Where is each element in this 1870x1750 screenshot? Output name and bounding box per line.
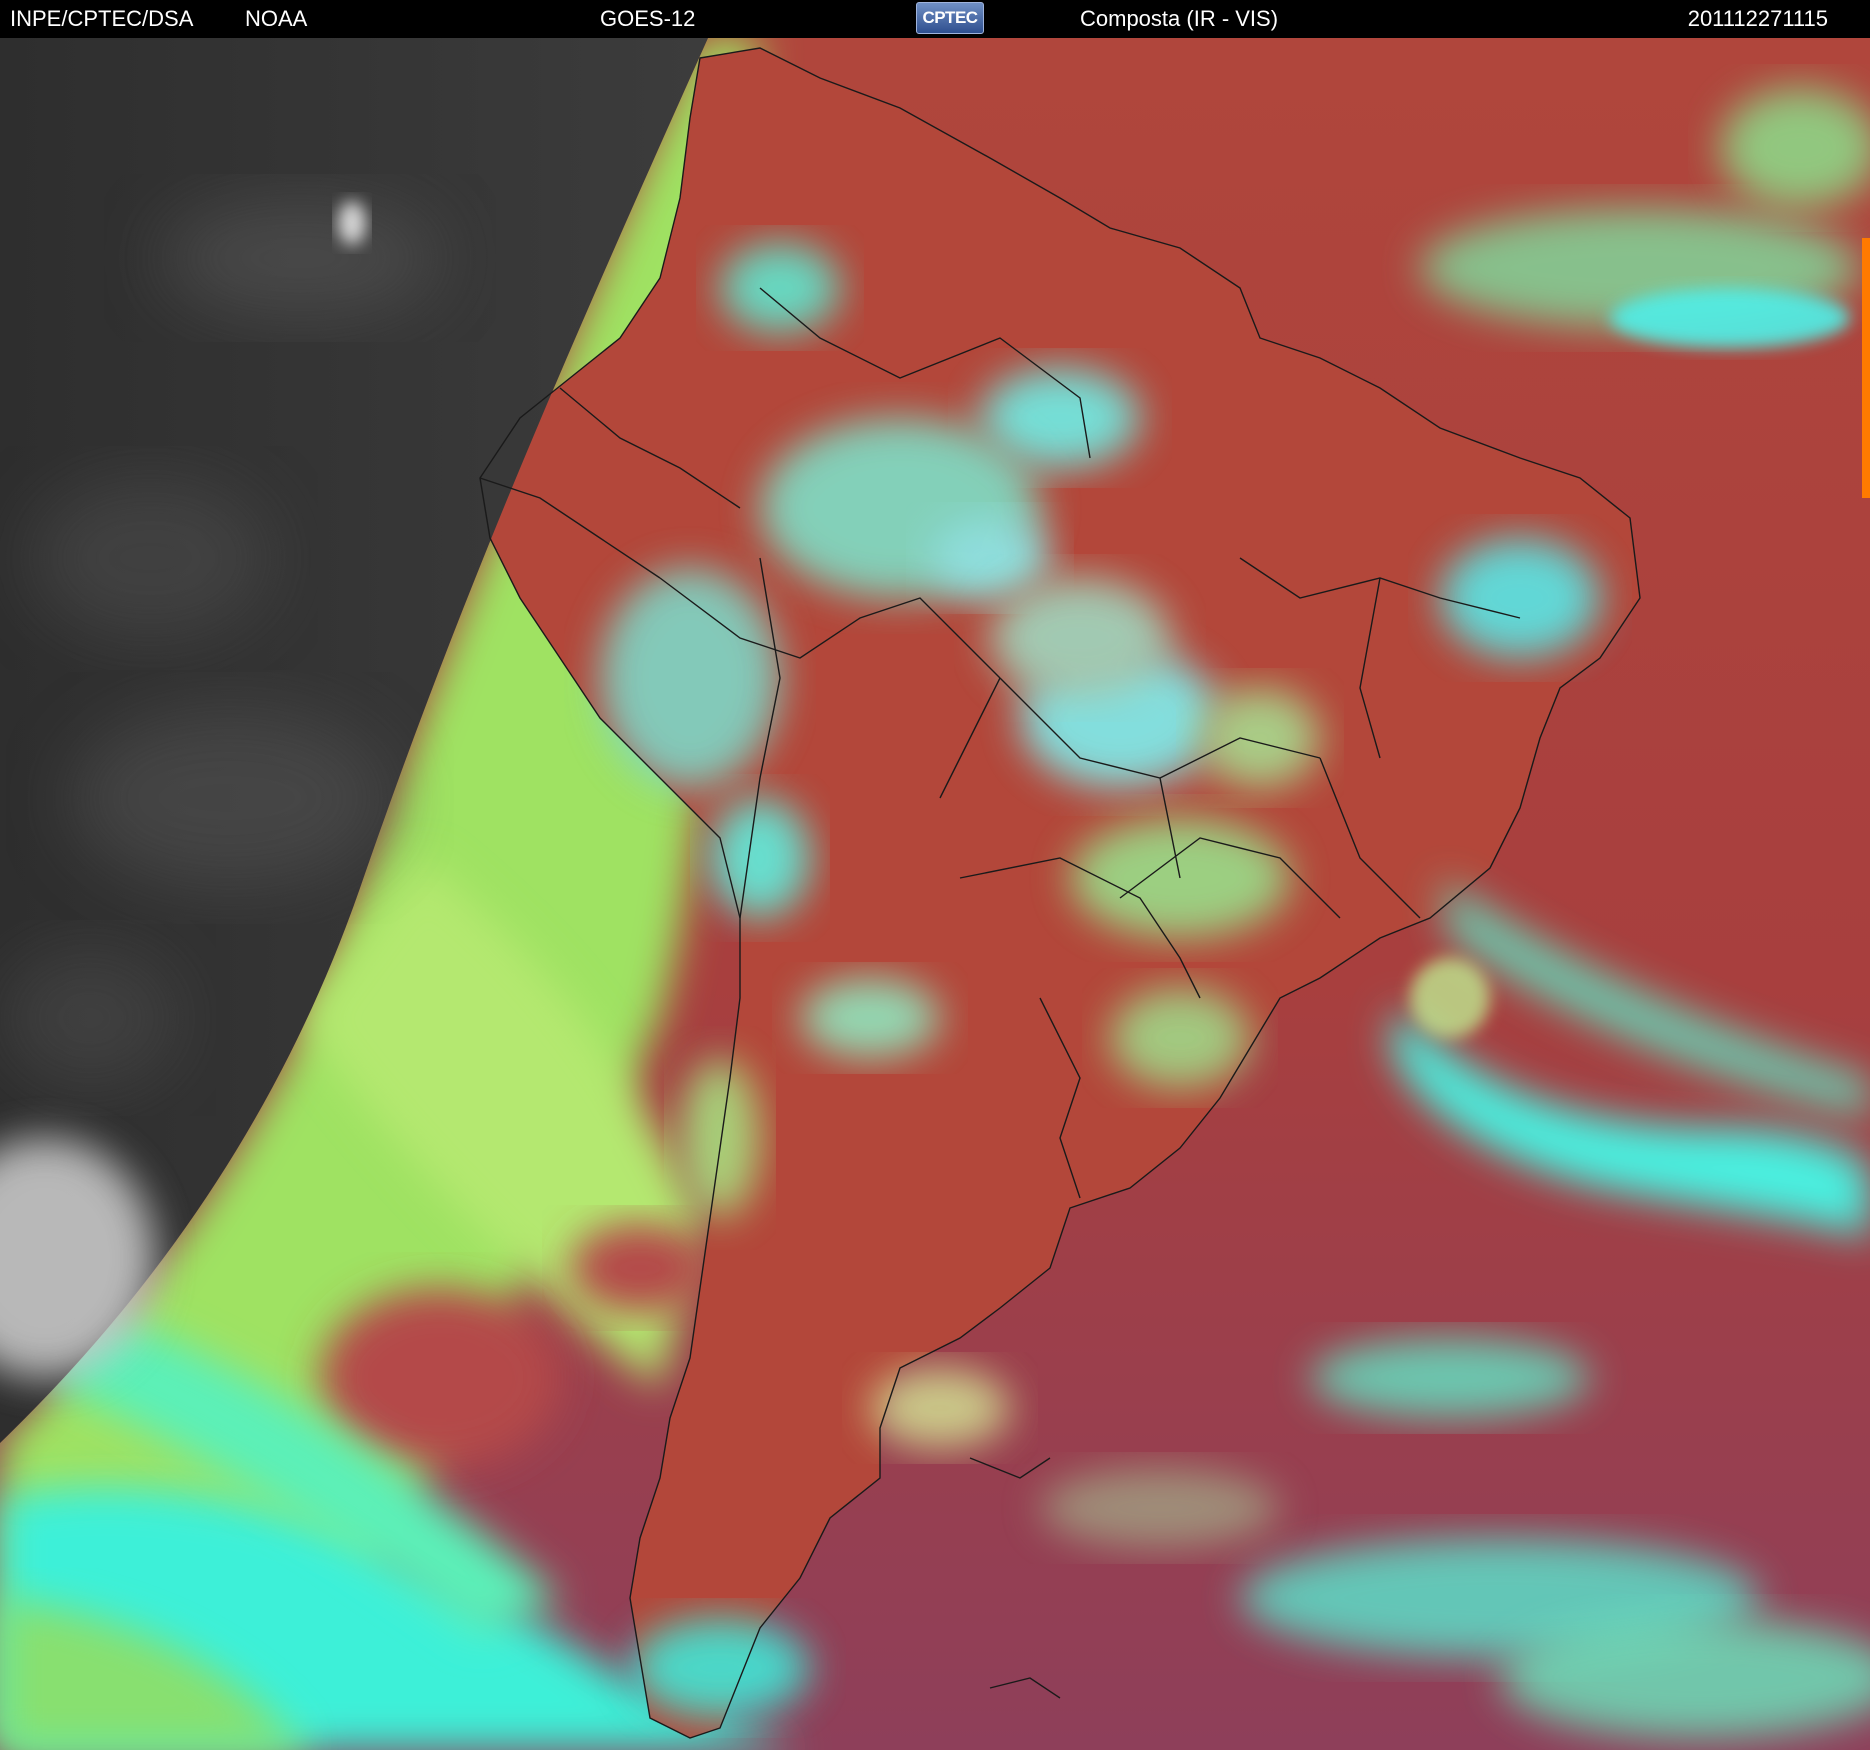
cloud-cluster bbox=[930, 518, 1050, 598]
cloud-cluster bbox=[800, 978, 940, 1058]
cyclone-vortex bbox=[1410, 958, 1490, 1038]
cloud-cluster bbox=[870, 1368, 1010, 1448]
cloud-cluster bbox=[630, 1618, 810, 1718]
cloud-cluster bbox=[990, 578, 1170, 698]
cloud-cluster bbox=[1440, 538, 1600, 658]
pacific-clear-patch bbox=[320, 1288, 560, 1468]
night-cloud bbox=[160, 198, 440, 318]
product-label: Composta (IR - VIS) bbox=[1080, 6, 1279, 31]
image-header: INPE/CPTEC/DSA NOAA GOES-12 CPTEC Compos… bbox=[0, 0, 1870, 38]
cloud-cluster bbox=[680, 1058, 760, 1218]
satellite-composite-image bbox=[0, 38, 1870, 1750]
cloud-cluster bbox=[720, 243, 840, 333]
cloud-cluster bbox=[1110, 988, 1250, 1088]
night-convective-cell bbox=[338, 201, 366, 245]
timestamp-label: 201112271115 bbox=[1687, 6, 1828, 31]
cloud-cluster bbox=[1200, 688, 1320, 788]
agency-label: NOAA bbox=[245, 6, 308, 31]
satellite-label: GOES-12 bbox=[600, 6, 696, 31]
atlantic-cloud-band bbox=[1040, 1468, 1280, 1548]
cptec-logo: CPTEC bbox=[916, 2, 984, 34]
atlantic-cloud-band bbox=[1310, 1338, 1590, 1418]
night-cloud bbox=[70, 708, 390, 888]
organization-label: INPE/CPTEC/DSA bbox=[10, 6, 194, 31]
atlantic-cloud-band bbox=[1610, 288, 1850, 348]
pacific-clear-patch-2 bbox=[570, 1223, 710, 1313]
night-cloud bbox=[30, 478, 270, 638]
night-cloud bbox=[0, 948, 180, 1088]
image-edge-artifact bbox=[1862, 238, 1870, 498]
